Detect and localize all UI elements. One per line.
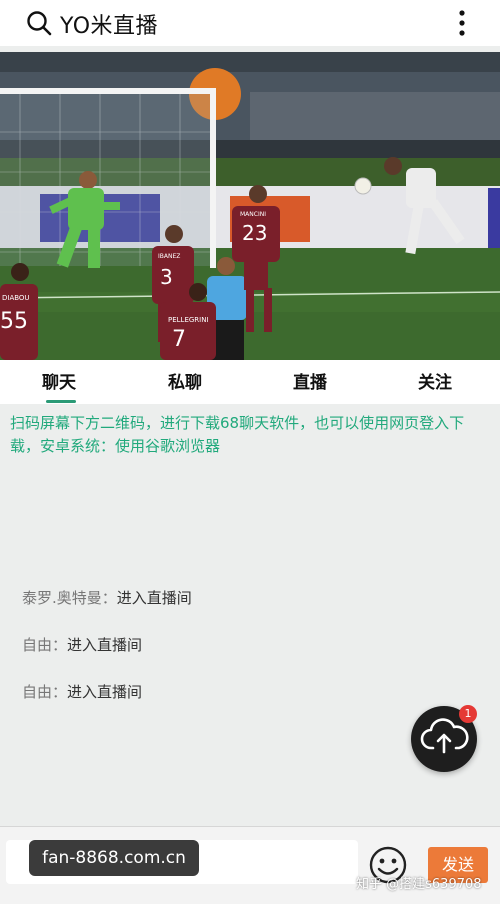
download-notice: 扫码屏幕下方二维码，进行下载68聊天软件，也可以使用网页登入下载，安卓系统：使用…	[10, 414, 465, 455]
match-scene: 55 DIABOU 3 IBANEZ 23 MANCINI 7 PELLEGRI…	[0, 52, 500, 360]
chat-username: 自由：	[22, 636, 68, 654]
more-vertical-icon[interactable]	[458, 9, 466, 37]
chat-username: 自由：	[22, 683, 68, 701]
chat-message: 自由：进入直播间	[22, 634, 142, 655]
chat-message: 自由：进入直播间	[22, 681, 142, 702]
app-header: YO米直播	[0, 0, 500, 46]
jersey-number: 7	[172, 327, 186, 352]
tab-follow[interactable]: 关注	[418, 368, 452, 393]
tab-bar: 聊天 私聊 直播 关注	[0, 360, 500, 404]
notification-badge: 1	[459, 705, 477, 723]
app-title: YO米直播	[60, 14, 159, 39]
chat-text: 进入直播间	[116, 589, 192, 607]
tab-live[interactable]: 直播	[293, 368, 327, 393]
jersey-name: DIABOU	[2, 294, 30, 302]
chat-text: 进入直播间	[67, 683, 143, 701]
jersey-number: 55	[0, 309, 28, 334]
jersey-name: IBANEZ	[158, 253, 180, 260]
tab-chat[interactable]: 聊天	[42, 368, 76, 393]
jersey-name: PELLEGRINI	[168, 316, 209, 324]
site-url-badge: fan-8868.com.cn	[29, 840, 199, 876]
active-tab-indicator	[46, 400, 76, 403]
jersey-name: MANCINI	[240, 211, 266, 218]
tab-private-chat[interactable]: 私聊	[168, 368, 202, 393]
live-video-player[interactable]: 55 DIABOU 3 IBANEZ 23 MANCINI 7 PELLEGRI…	[0, 52, 500, 360]
jersey-number: 3	[160, 265, 173, 289]
chat-username: 泰罗.奥特曼：	[22, 589, 117, 607]
jersey-number: 23	[242, 221, 267, 245]
watermark-text: 知乎 @搭建s639708	[356, 877, 482, 892]
search-icon[interactable]	[26, 10, 52, 36]
chat-text: 进入直播间	[67, 636, 143, 654]
chat-message: 泰罗.奥特曼：进入直播间	[22, 587, 192, 608]
